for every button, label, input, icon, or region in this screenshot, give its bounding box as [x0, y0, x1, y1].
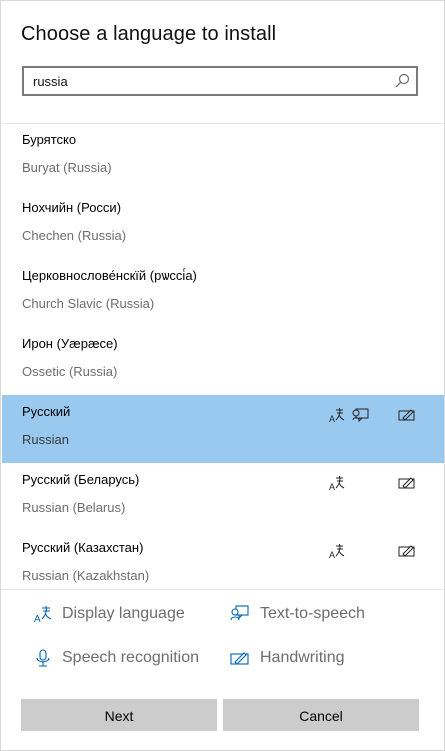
search-icon[interactable] [394, 73, 410, 89]
language-english-name: Russian (Kazakhstan) [22, 568, 150, 583]
language-item-russian[interactable]: Русский Russian A [2, 395, 444, 463]
language-english-name: Chechen (Russia) [22, 228, 127, 243]
language-native-name: Русский [22, 404, 71, 419]
language-native-name: Бурятско [22, 132, 77, 147]
language-item-church-slavic[interactable]: Церковнослове́нскїй (рѡссі́а) Church Sla… [2, 259, 444, 327]
dialog-title: Choose a language to install [21, 23, 277, 45]
language-list[interactable]: Бурятско Buryat (Russia) Нохчийн (Росси)… [2, 123, 444, 588]
svg-text:A: A [34, 614, 41, 624]
cancel-button[interactable]: Cancel [223, 699, 419, 731]
display-language-icon: A [328, 407, 346, 423]
language-english-name: Church Slavic (Russia) [22, 296, 155, 311]
language-native-name: Церковнослове́нскїй (рѡссі́а) [22, 268, 197, 283]
language-item-chechen[interactable]: Нохчийн (Росси) Chechen (Russia) [2, 191, 444, 259]
legend-speech-recognition: Speech recognition [62, 649, 199, 666]
svg-text:A: A [329, 482, 335, 491]
search-box[interactable] [22, 66, 418, 96]
language-native-name: Русский (Беларусь) [22, 472, 140, 487]
language-native-name: Ирон (Уæрæсе) [22, 336, 118, 351]
next-button[interactable]: Next [21, 699, 217, 731]
language-item-russian-kazakhstan[interactable]: Русский (Казахстан) Russian (Kazakhstan)… [2, 531, 444, 588]
svg-text:A: A [329, 414, 335, 423]
language-native-name: Русский (Казахстан) [22, 540, 144, 555]
search-input[interactable] [33, 72, 393, 90]
svg-text:A: A [329, 550, 335, 559]
display-language-icon: A [328, 543, 346, 559]
legend-text-to-speech: Text-to-speech [260, 605, 365, 622]
language-english-name: Buryat (Russia) [22, 160, 112, 175]
language-english-name: Russian (Belarus) [22, 500, 126, 515]
handwriting-icon [398, 407, 416, 423]
handwriting-icon [398, 543, 416, 559]
dialog-frame: Choose a language to install Бурятско Bu… [0, 0, 445, 751]
text-to-speech-icon [230, 604, 250, 624]
language-item-ossetic[interactable]: Ирон (Уæрæсе) Ossetic (Russia) [2, 327, 444, 395]
handwriting-icon [230, 648, 250, 668]
handwriting-icon [398, 475, 416, 491]
language-native-name: Нохчийн (Росси) [22, 200, 122, 215]
legend-handwriting: Handwriting [260, 649, 345, 666]
display-language-icon: A [33, 604, 53, 624]
list-bottom-divider [2, 589, 443, 590]
language-item-buryat[interactable]: Бурятско Buryat (Russia) [2, 123, 444, 191]
microphone-icon [33, 648, 53, 668]
language-item-russian-belarus[interactable]: Русский (Беларусь) Russian (Belarus) A [2, 463, 444, 531]
text-to-speech-icon [352, 407, 370, 423]
legend-display-language: Display language [62, 605, 185, 622]
display-language-icon: A [328, 475, 346, 491]
language-english-name: Russian [22, 432, 69, 447]
language-english-name: Ossetic (Russia) [22, 364, 118, 379]
